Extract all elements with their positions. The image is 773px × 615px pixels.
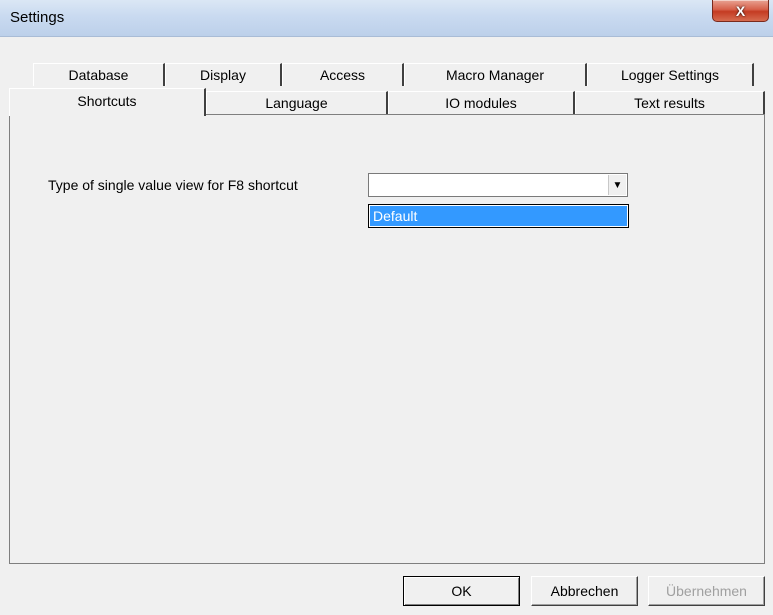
tab-text-results[interactable]: Text results xyxy=(575,91,765,114)
tab-label: Access xyxy=(319,67,366,83)
cancel-button[interactable]: Abbrechen xyxy=(531,576,638,606)
tab-io-modules[interactable]: IO modules xyxy=(388,91,575,114)
tab-label: Database xyxy=(68,67,129,83)
tab-label: Text results xyxy=(634,95,705,111)
close-button[interactable]: X xyxy=(712,0,769,22)
tab-logger-settings[interactable]: Logger Settings xyxy=(587,63,754,86)
f8-view-type-select[interactable]: ▼ xyxy=(368,173,628,197)
tab-macro-manager[interactable]: Macro Manager xyxy=(404,63,587,86)
tab-label: Display xyxy=(200,67,246,83)
window-title: Settings xyxy=(10,9,65,26)
ok-button[interactable]: OK xyxy=(403,576,520,606)
dropdown-option-default[interactable]: Default xyxy=(370,206,627,226)
tab-display[interactable]: Display xyxy=(165,63,282,86)
tab-language[interactable]: Language xyxy=(206,91,388,114)
f8-shortcut-label: Type of single value view for F8 shortcu… xyxy=(48,177,298,193)
tab-label: Shortcuts xyxy=(77,92,137,109)
tab-database[interactable]: Database xyxy=(33,63,165,86)
close-icon: X xyxy=(735,2,746,19)
tab-access[interactable]: Access xyxy=(282,63,404,86)
dropdown-list: Default xyxy=(368,204,629,228)
apply-button[interactable]: Übernehmen xyxy=(648,576,765,606)
tab-label: IO modules xyxy=(445,95,517,111)
tab-shortcuts[interactable]: Shortcuts xyxy=(9,88,206,116)
tab-label: Language xyxy=(265,95,328,111)
tab-label: Macro Manager xyxy=(445,67,545,83)
title-bar: Settings X xyxy=(0,0,773,37)
tab-label: Logger Settings xyxy=(620,67,720,83)
dropdown-arrow-icon[interactable]: ▼ xyxy=(608,175,626,195)
